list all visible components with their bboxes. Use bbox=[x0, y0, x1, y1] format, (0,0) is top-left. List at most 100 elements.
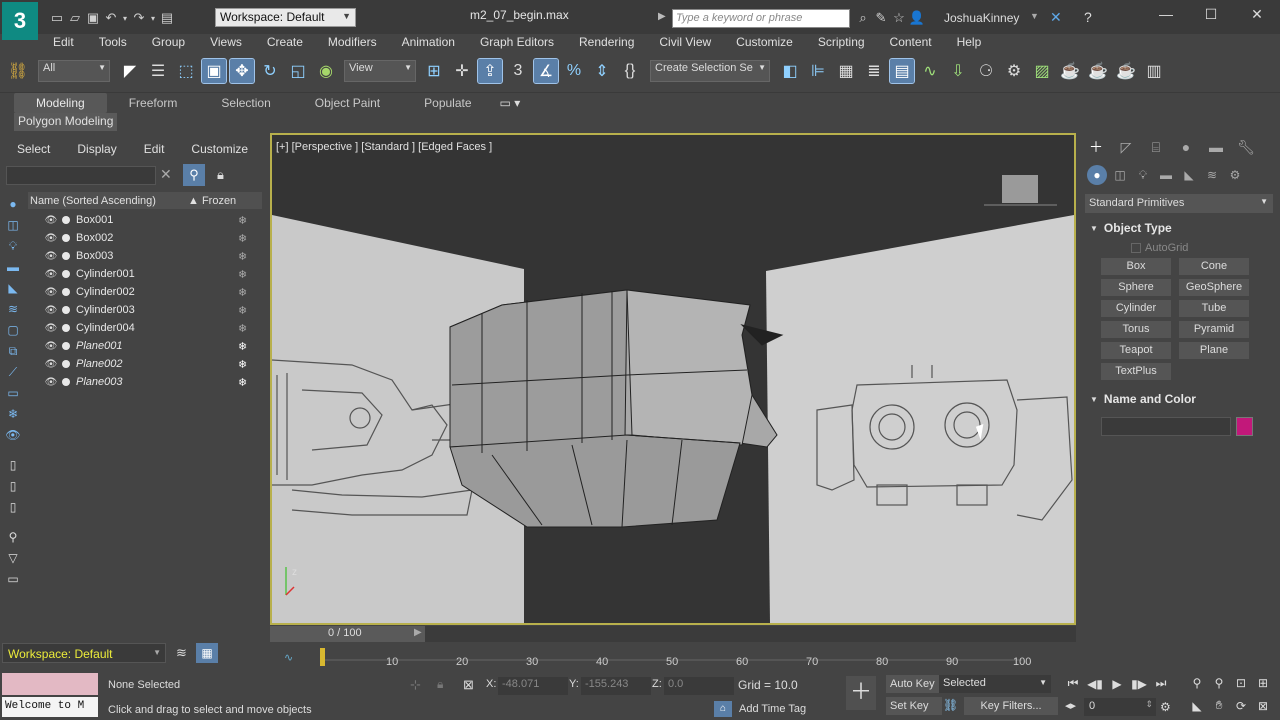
find-icon[interactable]: ⚲ bbox=[4, 528, 22, 546]
project-folder-icon[interactable]: ▤ bbox=[158, 9, 176, 27]
y-coordinate-field[interactable]: -155.243 bbox=[581, 677, 651, 695]
select-manipulate-icon[interactable]: ✛ bbox=[450, 59, 474, 83]
redo-icon[interactable]: ↷ bbox=[130, 9, 148, 27]
display-geometry-icon[interactable]: ● bbox=[4, 195, 22, 213]
orbit-icon[interactable]: ⟳ bbox=[1230, 699, 1252, 713]
eye-icon[interactable]: 👁︎ bbox=[44, 341, 58, 352]
previous-key-icon[interactable]: ◀▮ bbox=[1084, 677, 1106, 691]
geosphere-button[interactable]: GeoSphere bbox=[1179, 279, 1249, 296]
render-dot-icon[interactable] bbox=[62, 306, 70, 314]
menu-tools[interactable]: Tools bbox=[86, 34, 139, 52]
menu-scripting[interactable]: Scripting bbox=[805, 34, 877, 52]
pan-view-icon[interactable]: ✋︎ bbox=[1208, 698, 1230, 713]
name-color-rollout-header[interactable]: ▼ Name and Color bbox=[1090, 392, 1196, 406]
menu-customize[interactable]: Customize bbox=[723, 34, 805, 52]
object-type-rollout-header[interactable]: ▼ Object Type bbox=[1090, 221, 1172, 235]
render-dot-icon[interactable] bbox=[62, 216, 70, 224]
selection-filter-dropdown[interactable]: All ▼ bbox=[38, 60, 110, 82]
render-production-icon[interactable]: ☕ bbox=[1058, 59, 1082, 83]
tab-freeform[interactable]: Freeform bbox=[107, 93, 200, 113]
render-dot-icon[interactable] bbox=[62, 234, 70, 242]
freeze-icon[interactable]: ❄ bbox=[238, 358, 247, 371]
display-frozen-icon[interactable]: ❄ bbox=[4, 405, 22, 423]
cylinder-button[interactable]: Cylinder bbox=[1101, 300, 1171, 317]
go-to-end-icon[interactable]: ⏭ bbox=[1150, 676, 1172, 691]
autogrid-checkbox[interactable]: AutoGrid bbox=[1131, 242, 1188, 254]
select-object-icon[interactable]: ◤ bbox=[118, 59, 142, 83]
display-tab-icon[interactable]: ▬ bbox=[1205, 136, 1227, 158]
zoom-extents-all-icon[interactable]: ⊞ bbox=[1252, 676, 1274, 690]
save-icon[interactable]: ▣ bbox=[84, 9, 102, 27]
freeze-icon[interactable]: ❄ bbox=[238, 214, 247, 227]
undo-dropdown-icon[interactable]: ▾ bbox=[120, 9, 130, 27]
render-dot-icon[interactable] bbox=[62, 288, 70, 296]
new-file-icon[interactable]: ▭ bbox=[48, 9, 66, 27]
eye-icon[interactable]: 👁︎ bbox=[44, 269, 58, 280]
rectangular-selection-icon[interactable]: ⬚ bbox=[174, 59, 198, 83]
geometry-icon[interactable]: ● bbox=[1087, 165, 1107, 185]
object-color-swatch[interactable] bbox=[1236, 417, 1253, 436]
help-icon[interactable]: ? bbox=[1084, 9, 1092, 25]
eye-icon[interactable]: 👁︎ bbox=[44, 251, 58, 262]
zoom-all-icon[interactable]: ⚲ bbox=[1208, 676, 1230, 690]
search-input[interactable]: Type a keyword or phrase bbox=[672, 9, 850, 28]
render-dot-icon[interactable] bbox=[62, 342, 70, 350]
clear-filter-icon[interactable]: ✕ bbox=[160, 166, 172, 183]
render-dot-icon[interactable] bbox=[62, 270, 70, 278]
minimize-button[interactable]: — bbox=[1156, 6, 1176, 24]
time-configuration-icon[interactable]: ⚙ bbox=[1160, 700, 1171, 714]
render-active-shade-icon[interactable]: ☕ bbox=[1114, 59, 1138, 83]
app-logo[interactable]: 3 bbox=[2, 2, 38, 40]
display-invert-icon[interactable]: ▯ bbox=[4, 498, 22, 516]
toggle-scene-explorer-icon[interactable]: ▦ bbox=[834, 59, 858, 83]
hierarchy-tab-icon[interactable]: ⌸ bbox=[1145, 136, 1167, 158]
list-item[interactable]: 👁︎ Box003 ❄ bbox=[44, 247, 278, 265]
reference-coordinate-dropdown[interactable]: View ▼ bbox=[344, 60, 416, 82]
field-of-view-icon[interactable]: ◣ bbox=[1186, 699, 1208, 713]
maxscript-listener[interactable] bbox=[2, 673, 98, 695]
angle-snap-icon[interactable]: ∡ bbox=[533, 58, 559, 84]
freeze-icon[interactable]: ❄ bbox=[238, 376, 247, 389]
select-by-name-icon[interactable]: ☰ bbox=[146, 59, 170, 83]
tube-button[interactable]: Tube bbox=[1179, 300, 1249, 317]
scene-explorer-toggle-icon[interactable]: ▦ bbox=[196, 643, 218, 663]
filter-icon[interactable]: ▽ bbox=[4, 549, 22, 567]
z-coordinate-field[interactable]: 0.0 bbox=[664, 677, 734, 695]
open-file-icon[interactable]: ▱ bbox=[66, 9, 84, 27]
display-none-icon[interactable]: ▯ bbox=[4, 477, 22, 495]
render-dot-icon[interactable] bbox=[62, 324, 70, 332]
percent-snap-icon[interactable]: % bbox=[562, 59, 586, 83]
display-containers-icon[interactable]: ▭ bbox=[4, 384, 22, 402]
maxscript-output[interactable]: Welcome to M bbox=[2, 697, 98, 717]
tab-modeling[interactable]: Modeling bbox=[14, 93, 107, 113]
freeze-icon[interactable]: ❄ bbox=[238, 304, 247, 317]
edit-named-selection-icon[interactable]: {} bbox=[618, 59, 642, 83]
spacewarps-icon[interactable]: ≋ bbox=[1202, 165, 1222, 185]
material-editor-icon[interactable]: ⚆ bbox=[974, 59, 998, 83]
torus-button[interactable]: Torus bbox=[1101, 321, 1171, 338]
polygon-modeling-panel[interactable]: Polygon Modeling bbox=[14, 113, 118, 131]
eye-icon[interactable]: 👁︎ bbox=[44, 233, 58, 244]
zoom-extents-icon[interactable]: ⊡ bbox=[1230, 676, 1252, 690]
absolute-transform-icon[interactable]: ⊠ bbox=[463, 677, 474, 693]
user-name[interactable]: JoshuaKinney bbox=[944, 11, 1019, 25]
pyramid-button[interactable]: Pyramid bbox=[1179, 321, 1249, 338]
next-key-icon[interactable]: ▮▶ bbox=[1128, 677, 1150, 691]
workspace-selector[interactable]: Workspace: Default ▼ bbox=[2, 643, 166, 663]
auto-key-button[interactable]: Auto Key bbox=[886, 675, 942, 693]
eye-icon[interactable]: 👁︎ bbox=[44, 359, 58, 370]
list-item[interactable]: 👁︎ Box002 ❄ bbox=[44, 229, 278, 247]
teapot-button[interactable]: Teapot bbox=[1101, 342, 1171, 359]
scene-filter-input[interactable] bbox=[6, 166, 156, 185]
render-dot-icon[interactable] bbox=[62, 252, 70, 260]
link-icon[interactable]: ⛓ bbox=[6, 59, 30, 83]
tab-selection[interactable]: Selection bbox=[199, 93, 292, 113]
list-item[interactable]: 👁︎ Cylinder001 ❄ bbox=[44, 265, 278, 283]
eye-icon[interactable]: 👁︎ bbox=[44, 215, 58, 226]
named-selection-dropdown[interactable]: Create Selection Se ▼ bbox=[650, 60, 770, 82]
menu-graph-editors[interactable]: Graph Editors bbox=[467, 34, 566, 52]
menu-help[interactable]: Help bbox=[944, 34, 994, 52]
display-cameras-icon[interactable]: ▬ bbox=[4, 258, 22, 276]
list-item[interactable]: 👁︎ Plane002 ❄ bbox=[44, 355, 278, 373]
window-crossing-icon[interactable]: ▣ bbox=[201, 58, 227, 84]
